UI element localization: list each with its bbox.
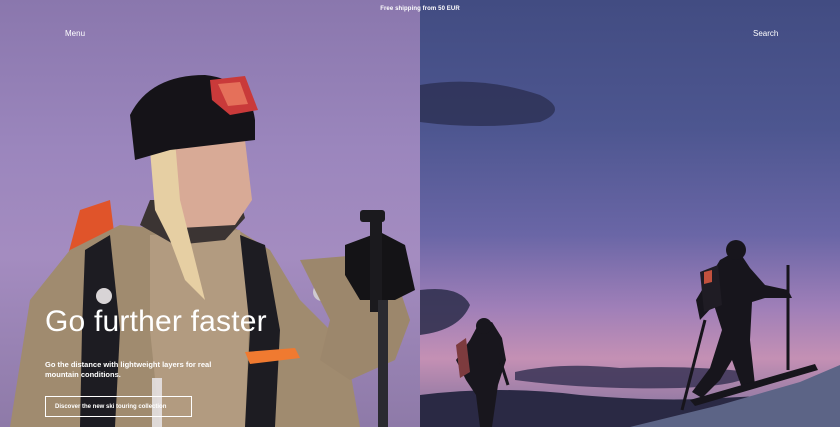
hero-image-ski-tourers-silhouette (420, 0, 840, 427)
hero-copy: Go further faster Go the distance with l… (45, 305, 345, 418)
hero-title: Go further faster (45, 305, 267, 338)
hero-subtitle: Go the distance with lightweight layers … (45, 360, 212, 380)
search-button[interactable]: Search (753, 29, 778, 38)
promo-text: Free shipping from 50 EUR (380, 5, 460, 12)
ski-tourers-illustration (420, 81, 840, 427)
promo-bar: Free shipping from 50 EUR (0, 0, 840, 17)
discover-collection-button[interactable]: Discover the new ski touring collection (45, 396, 192, 418)
menu-button[interactable]: Menu (65, 29, 85, 38)
